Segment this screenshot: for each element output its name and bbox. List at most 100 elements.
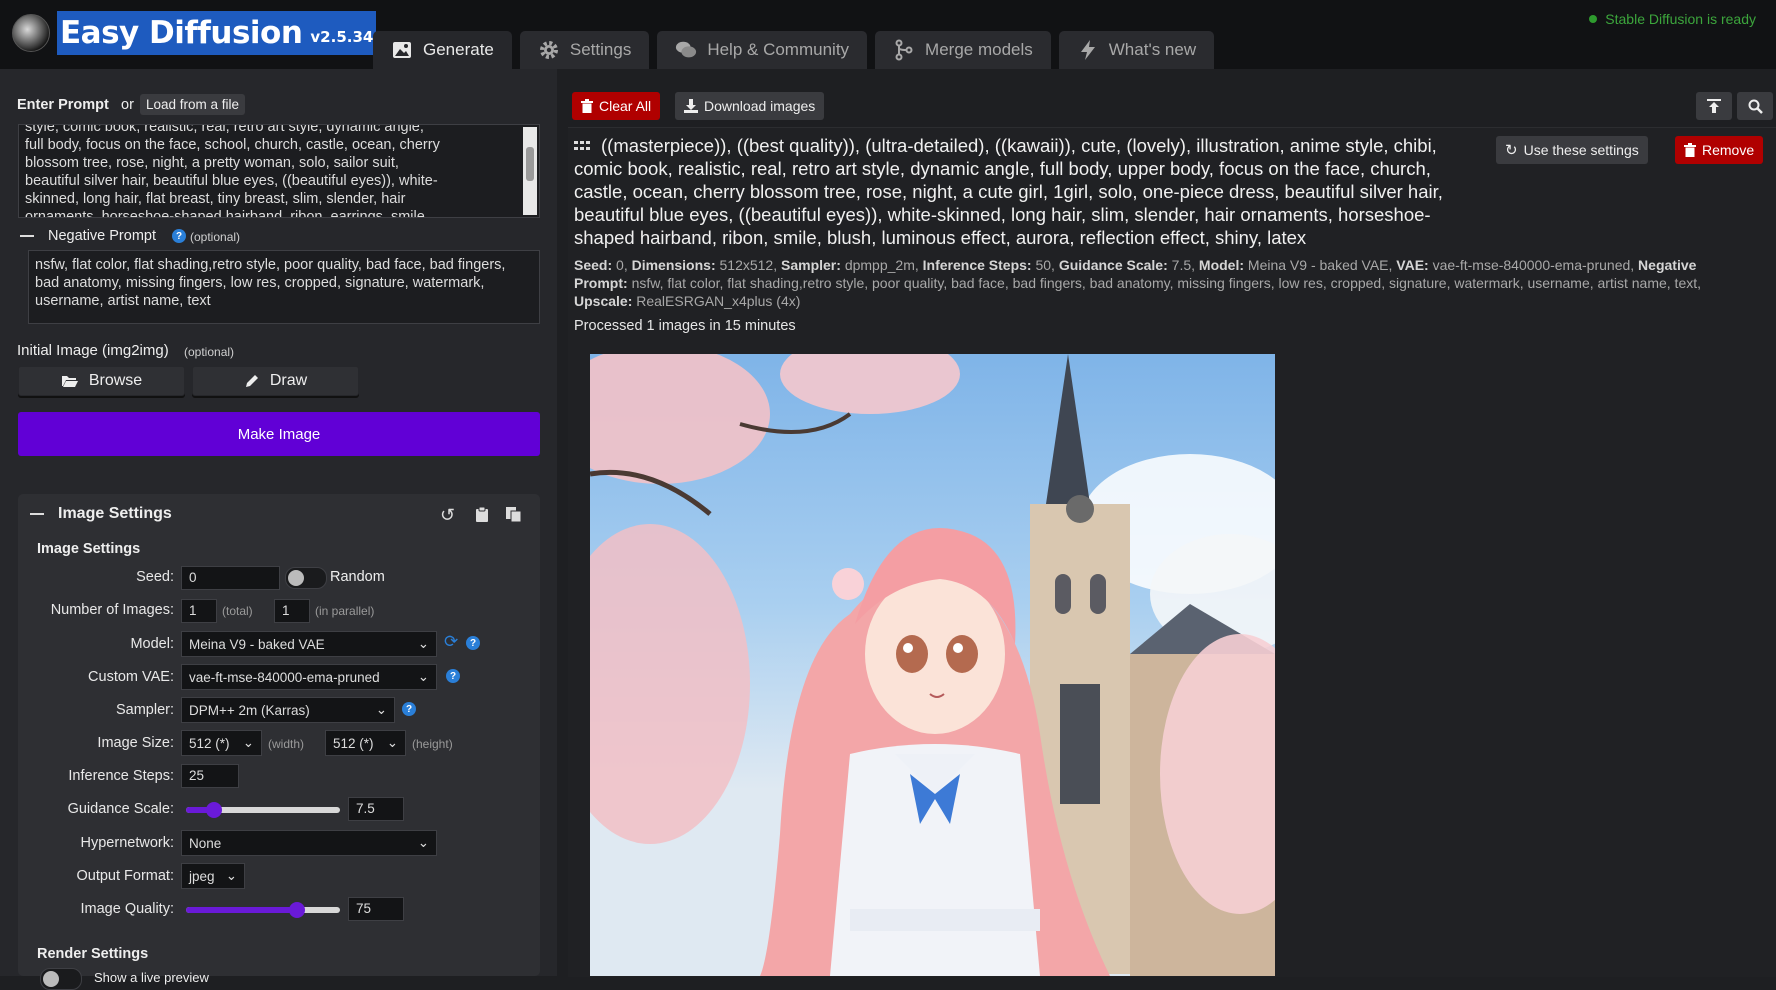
make-image-button[interactable]: Make Image [18,412,540,456]
refresh-icon[interactable]: ⟳ [444,632,458,652]
clear-all-label: Clear All [599,98,652,114]
output-format-select[interactable]: jpeg ⌄ [181,863,245,889]
guidance-slider[interactable] [186,802,340,818]
negative-optional-hint: (optional) [190,230,241,244]
image-quality-label: Image Quality: [80,901,175,917]
height-hint: (height) [412,737,453,751]
meta-key: Upscale: [574,293,633,309]
tab-label: Merge models [925,40,1033,59]
magnifier-icon [1748,99,1763,114]
random-seed-toggle[interactable] [285,567,327,589]
slider-fill [186,907,297,913]
clipboard-icon[interactable] [475,506,489,523]
meta-key: Seed: [574,257,613,273]
image-size-label: Image Size: [97,735,174,751]
image-settings-header: Image Settings [58,505,172,522]
seed-input[interactable]: 0 [181,566,280,590]
collapse-settings-icon[interactable] [30,513,44,515]
tab-label: Generate [423,40,494,59]
comments-icon [676,41,697,58]
draw-button[interactable]: Draw [192,366,359,396]
tab-label: Settings [569,40,632,59]
sampler-select[interactable]: DPM++ 2m (Karras) ⌄ [181,697,395,723]
download-icon [684,99,698,113]
model-select[interactable]: Meina V9 - baked VAE ⌄ [181,631,437,657]
scroll-top-button[interactable] [1696,92,1732,120]
copy-icon[interactable] [505,506,522,523]
trash-icon [1684,143,1696,157]
prompt-line: ornaments, horseshoe-shaped hairband, ri… [25,209,429,218]
initial-image-optional-hint: (optional) [184,345,235,359]
chevron-down-icon: ⌄ [386,735,398,750]
image-quality-slider[interactable] [186,902,340,918]
seed-label: Seed: [136,569,174,585]
use-these-settings-button[interactable]: ↻ Use these settings [1496,136,1648,164]
tab-whats-new[interactable]: What's new [1058,31,1215,69]
scrollbar[interactable] [523,127,537,215]
generated-image[interactable] [590,354,1275,976]
redo-icon: ↻ [1505,142,1518,159]
collapse-negative-icon[interactable] [20,235,34,237]
vae-value: vae-ft-mse-840000-ema-pruned [189,669,380,685]
model-value: Meina V9 - baked VAE [189,636,325,652]
vae-select[interactable]: vae-ft-mse-840000-ema-pruned ⌄ [181,664,437,690]
tab-help-community[interactable]: Help & Community [657,31,868,69]
trash-icon [581,99,593,113]
height-select[interactable]: 512 (*) ⌄ [325,730,406,756]
live-preview-toggle[interactable] [40,968,82,990]
render-settings-header: Render Settings [37,946,149,962]
num-images-parallel-input[interactable]: 1 [274,599,310,623]
meta-key: Model: [1198,257,1245,273]
tab-label: Help & Community [707,40,850,59]
tab-settings[interactable]: Settings [519,31,650,69]
download-images-button[interactable]: Download images [675,92,825,120]
model-label: Model: [130,636,174,652]
status-dot-icon [1589,15,1598,23]
chevron-down-icon: ⌄ [375,702,387,717]
width-value: 512 (*) [189,735,230,751]
sampler-label: Sampler: [115,702,174,718]
width-hint: (width) [268,737,305,751]
slider-handle[interactable] [205,802,222,818]
meta-value: dpmpp_2m [844,257,915,273]
zoom-button[interactable] [1737,92,1773,120]
top-bar: Easy Diffusion v2.5.34 Generate Settings… [0,0,1776,69]
hypernetwork-select[interactable]: None ⌄ [181,830,437,856]
guidance-input[interactable]: 7.5 [348,797,404,821]
steps-input[interactable]: 25 [181,764,239,788]
gear-icon [539,41,558,59]
prompt-input[interactable]: style, comic book, realistic, real, retr… [18,124,540,218]
tab-generate[interactable]: Generate [373,31,512,69]
clear-all-button[interactable]: Clear All [572,92,661,120]
help-icon[interactable]: ? [172,229,186,243]
browse-button[interactable]: Browse [18,366,185,396]
slider-handle[interactable] [288,902,305,918]
status-text: Stable Diffusion is ready [1605,11,1756,27]
help-icon[interactable]: ? [466,636,480,650]
image-icon [393,42,411,58]
prompt-line: blossom tree, rose, night, a pretty woma… [25,155,399,171]
image-settings-subheader: Image Settings [37,541,141,557]
processed-info: Processed 1 images in 15 minutes [574,318,796,334]
arrow-up-to-line-icon [1707,99,1721,113]
chevron-down-icon: ⌄ [225,868,237,883]
meta-value: RealESRGAN_x4plus (4x) [636,293,801,309]
main-tabs: Generate Settings Help & Community Merge… [373,31,1215,69]
remove-button[interactable]: Remove [1675,136,1764,164]
negative-prompt-input[interactable]: nsfw, flat color, flat shading,retro sty… [28,250,540,324]
meta-value: 0 [616,257,624,273]
image-quality-input[interactable]: 75 [348,897,404,921]
output-format-value: jpeg [189,868,215,884]
meta-key: VAE: [1396,257,1429,273]
width-select[interactable]: 512 (*) ⌄ [181,730,262,756]
load-from-file-button[interactable]: Load from a file [140,94,246,115]
remove-label: Remove [1702,142,1755,158]
prompt-line: style, comic book, realistic, real, retr… [25,124,424,135]
help-icon[interactable]: ? [446,669,460,683]
app-name: Easy Diffusion [60,15,303,51]
help-icon[interactable]: ? [402,702,416,716]
tab-merge-models[interactable]: Merge models [875,31,1051,69]
reset-icon[interactable]: ↺ [440,505,455,526]
num-images-total-input[interactable]: 1 [181,599,217,623]
folder-open-icon [61,376,78,387]
